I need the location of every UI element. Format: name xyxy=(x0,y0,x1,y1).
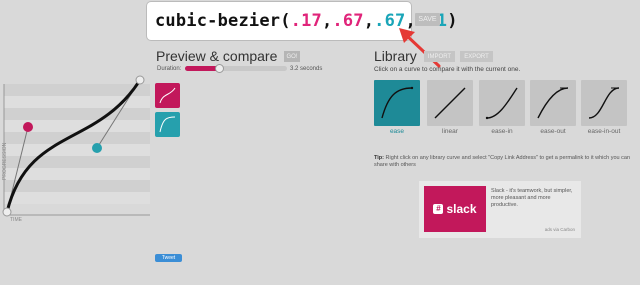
ease-in-out-curve-icon xyxy=(588,87,620,119)
ease-out-curve-icon xyxy=(537,87,569,119)
curve-start-point xyxy=(2,207,12,217)
duration-slider-fill xyxy=(185,66,219,71)
library-label-ease-in: ease-in xyxy=(491,128,513,135)
code-prefix: cubic-bezier( xyxy=(155,11,291,31)
preview-compare-curve[interactable] xyxy=(155,112,180,137)
library-hint: Click on a curve to compare it with the … xyxy=(374,66,521,73)
curve-end-point xyxy=(135,75,145,85)
library-label-ease-out: ease-out xyxy=(540,128,566,135)
carbon-ad[interactable]: # slack Slack - it's teamwork, but simple… xyxy=(419,181,581,238)
ad-text[interactable]: Slack - it's teamwork, but simpler, more… xyxy=(491,188,577,209)
duration-value: 3.2 seconds xyxy=(290,66,323,72)
code-p1y: .67 xyxy=(332,11,364,31)
code-comma-2: , xyxy=(363,11,375,31)
export-button[interactable]: EXPORT xyxy=(460,51,493,62)
preview-compare-title: Preview & compare xyxy=(156,48,278,64)
duration-label: Duration: xyxy=(157,66,182,72)
library-title: Library xyxy=(374,48,417,64)
duration-slider[interactable] xyxy=(185,64,287,73)
ad-via-link[interactable]: ads via Carbon xyxy=(545,227,575,232)
go-button[interactable]: GO! xyxy=(284,51,300,62)
library-curve-ease-in[interactable] xyxy=(479,80,525,126)
linear-curve-icon xyxy=(434,87,466,119)
preview-current-curve[interactable] xyxy=(155,83,180,108)
tip-text: Right click on any library curve and sel… xyxy=(374,155,631,169)
duration-slider-handle[interactable] xyxy=(215,64,224,73)
time-axis-label: TIME xyxy=(10,217,22,223)
library-curve-ease[interactable] xyxy=(374,80,420,126)
library-label-linear: linear xyxy=(442,128,458,135)
library-curve-ease-in-out[interactable] xyxy=(581,80,627,126)
slack-logo[interactable]: # slack xyxy=(424,186,486,232)
curve-preview-icon xyxy=(159,116,176,133)
save-button[interactable]: SAVE xyxy=(415,13,440,26)
slack-logo-text: slack xyxy=(446,202,477,216)
tip-label: Tip: xyxy=(374,155,384,161)
import-button[interactable]: IMPORT xyxy=(424,51,455,62)
control-point-1-handle[interactable] xyxy=(23,122,33,132)
library-curve-linear[interactable] xyxy=(427,80,473,126)
library-label-ease: ease xyxy=(389,128,405,135)
ease-in-curve-icon xyxy=(485,87,518,120)
library-label-ease-in-out: ease-in-out xyxy=(587,128,621,135)
curve-preview-icon xyxy=(159,87,176,104)
ease-curve-icon xyxy=(381,86,414,119)
tweet-label: Tweet xyxy=(161,255,176,261)
graph-background xyxy=(4,84,150,204)
library-curve-ease-out[interactable] xyxy=(530,80,576,126)
library-tip: Tip: Right click on any library curve an… xyxy=(374,155,636,169)
control-point-2-handle[interactable] xyxy=(92,143,102,153)
slack-hash-icon: # xyxy=(433,204,444,214)
curve-editor[interactable]: PROGRESSION TIME xyxy=(0,0,150,285)
curve-graph[interactable] xyxy=(0,0,150,285)
cubic-bezier-code-display[interactable]: cubic-bezier(.17,.67,.67,.51) xyxy=(147,2,457,40)
progression-axis-label: PROGRESSION xyxy=(2,142,8,180)
tweet-button[interactable]: Tweet xyxy=(155,254,182,262)
code-suffix: ) xyxy=(447,11,458,31)
code-p1x: .17 xyxy=(290,11,322,31)
code-comma-1: , xyxy=(321,11,333,31)
